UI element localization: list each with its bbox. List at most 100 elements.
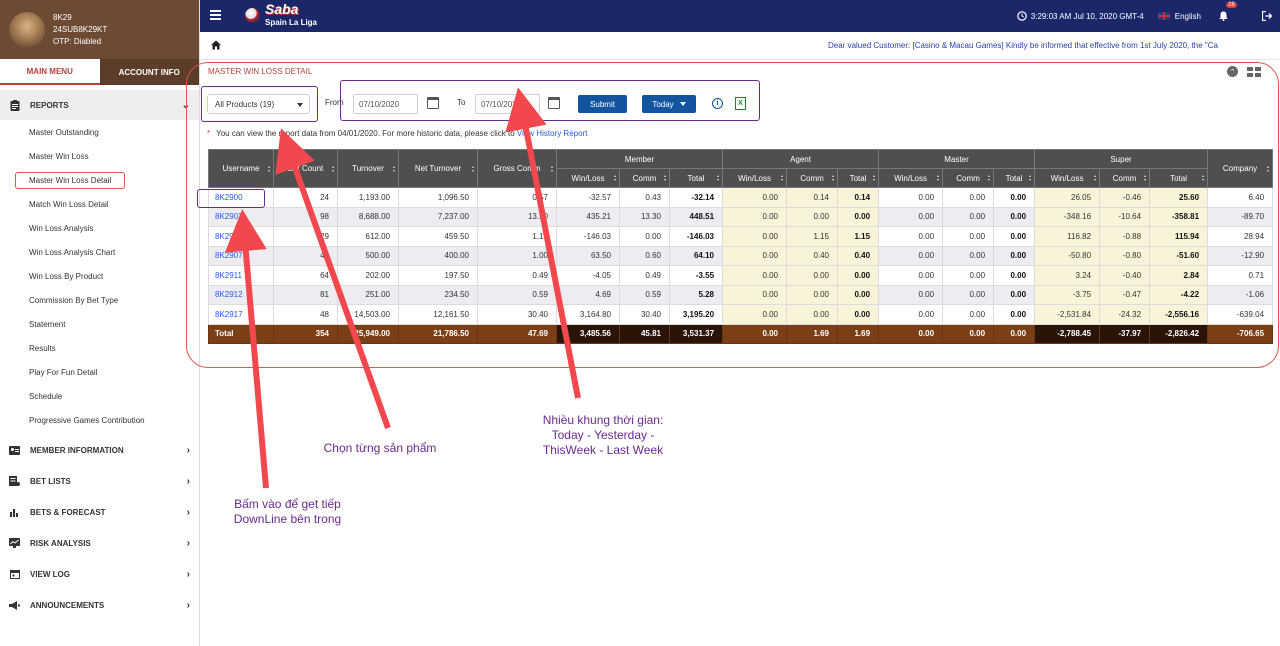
apps-grid-icon[interactable] [1242, 11, 1252, 21]
sidebar-item-master-win-loss-detail[interactable]: Master Win Loss Detail [0, 168, 199, 192]
col-subheader[interactable]: Win/Loss [878, 168, 944, 188]
col-header-bet-count[interactable]: Bet Count [273, 149, 338, 188]
col-header-gross-comm[interactable]: Gross Comm [477, 149, 557, 188]
table-cell: 0.00 [837, 265, 880, 286]
col-subheader[interactable]: Comm [942, 168, 995, 188]
table-cell: 13.30 [477, 206, 557, 227]
hamburger-menu-icon[interactable] [210, 10, 221, 20]
sidebar-section-risk-analysis[interactable]: RISK ANALYSIS › [0, 528, 199, 558]
language-selector[interactable]: English [1157, 12, 1201, 21]
table-cell: 0.40 [837, 245, 880, 266]
table-cell: 0.00 [722, 265, 788, 286]
product-select[interactable]: All Products (19) [207, 94, 310, 114]
col-subheader[interactable]: Total [668, 168, 724, 188]
sidebar-item-win-loss-by-product[interactable]: Win Loss By Product [0, 264, 199, 288]
collapse-up-icon[interactable]: ⌃ [1227, 66, 1238, 77]
tab-main-menu[interactable]: MAIN MENU [0, 59, 100, 85]
sidebar-item-match-win-loss-detail[interactable]: Match Win Loss Detail [0, 192, 199, 216]
sidebar-item-master-outstanding[interactable]: Master Outstanding [0, 120, 199, 144]
col-header-company[interactable]: Company [1207, 149, 1274, 188]
table-cell: 0.00 [722, 304, 788, 325]
sidebar-item-play-for-fun-detail[interactable]: Play For Fun Detail [0, 360, 199, 384]
col-header-turnover[interactable]: Turnover [337, 149, 399, 188]
annotation-downline-line: Bấm vào để get tiếp [234, 497, 341, 511]
username-link[interactable]: 8K2912 [208, 284, 274, 305]
username-link[interactable]: 8K2917 [208, 304, 274, 325]
table-cell: 0.00 [993, 284, 1036, 305]
col-subheader[interactable]: Total [993, 168, 1036, 188]
sidebar-item-label: Win Loss By Product [29, 271, 104, 281]
table-cell: -358.81 [1149, 206, 1209, 227]
sidebar-item-label: Play For Fun Detail [29, 367, 98, 377]
logout-icon[interactable] [1262, 11, 1272, 21]
id-card-icon [9, 445, 20, 456]
col-subheader[interactable]: Win/Loss [556, 168, 620, 188]
username-link[interactable]: 8K2911 [208, 265, 274, 286]
datetime: 3:29:03 AM Jul 10, 2020 GMT-4 [1030, 11, 1144, 21]
table-cell: -0.46 [1099, 187, 1151, 208]
total-cell: -2,788.45 [1034, 323, 1101, 344]
sidebar-item-statement[interactable]: Statement [0, 312, 199, 336]
tab-account-info[interactable]: ACCOUNT INFO [99, 59, 199, 85]
announcement-marquee[interactable]: Dear valued Customer: [Casino & Macau Ga… [828, 41, 1268, 50]
sidebar-item-schedule[interactable]: Schedule [0, 384, 199, 408]
sidebar-section-member-information[interactable]: MEMBER INFORMATION › [0, 435, 199, 465]
sidebar-tabs: MAIN MENU ACCOUNT INFO [0, 59, 199, 85]
username-link[interactable]: 8K2900 [208, 187, 274, 208]
col-subheader[interactable]: Comm [786, 168, 839, 188]
submit-button[interactable]: Submit [578, 95, 627, 113]
col-header-username[interactable]: Username [208, 149, 274, 188]
sidebar-item-commission-by-bet-type[interactable]: Commission By Bet Type [0, 288, 199, 312]
table-cell: 400.00 [398, 245, 478, 266]
col-subheader[interactable]: Total [837, 168, 880, 188]
avatar[interactable] [9, 11, 45, 48]
table-row: 8K2907 40 500.00 400.00 1.00 63.50 0.60 64.10 0.… [208, 245, 1274, 266]
table-cell: 25.60 [1149, 187, 1209, 208]
excel-export-icon[interactable]: X [735, 97, 746, 110]
to-date-input[interactable]: 07/10/2020 [475, 94, 540, 114]
view-history-link[interactable]: View History Report [517, 129, 588, 138]
sidebar-item-win-loss-analysis[interactable]: Win Loss Analysis [0, 216, 199, 240]
notifications-button[interactable]: 28 [1219, 2, 1237, 21]
col-header-net-turnover[interactable]: Net Turnover [398, 149, 478, 188]
col-subheader[interactable]: Win/Loss [1034, 168, 1101, 188]
sidebar-item-results[interactable]: Results [0, 336, 199, 360]
total-cell: 0.00 [722, 323, 788, 344]
sidebar-section-bets-forecast[interactable]: BETS & FORECAST › [0, 497, 199, 527]
sidebar-item-win-loss-analysis-chart[interactable]: Win Loss Analysis Chart [0, 240, 199, 264]
username-link[interactable]: 8K2903 [208, 206, 274, 227]
calendar-icon[interactable] [548, 97, 560, 109]
sidebar-section-bet-lists[interactable]: BET LISTS › [0, 466, 199, 496]
table-cell: 0.00 [993, 206, 1036, 227]
sidebar-item-progressive-games[interactable]: Progressive Games Contribution [0, 408, 199, 432]
sidebar-item-master-win-loss[interactable]: Master Win Loss [0, 144, 199, 168]
table-cell: 2.84 [1149, 265, 1209, 286]
sidebar-section-view-log[interactable]: VIEW LOG › [0, 559, 199, 589]
col-subheader[interactable]: Comm [619, 168, 670, 188]
total-cell: 0.00 [878, 323, 944, 344]
period-dropdown[interactable]: Today [642, 95, 696, 113]
brand-logo[interactable]: Saba Spain La Liga [245, 1, 325, 29]
col-subheader[interactable]: Win/Loss [722, 168, 788, 188]
table-row: 8K2906 29 612.00 459.50 1.15 -146.03 0.00 -146.… [208, 226, 1274, 247]
chevron-right-icon: › [186, 537, 190, 549]
info-icon[interactable]: i [712, 98, 723, 109]
sidebar-section-reports[interactable]: REPORTS ⌄ [0, 90, 199, 120]
layout-grid-icon[interactable] [1247, 67, 1261, 77]
home-icon[interactable] [211, 40, 221, 50]
col-subheader[interactable]: Comm [1099, 168, 1151, 188]
col-subheader[interactable]: Total [1149, 168, 1209, 188]
annotation-downline-line: DownLine bên trong [233, 512, 342, 526]
table-cell: 0.00 [942, 265, 995, 286]
table-row: 8K2917 48 14,503.00 12,161.50 30.40 3,164.80 3… [208, 304, 1274, 325]
chevron-right-icon: › [186, 506, 190, 518]
table-cell: 0.49 [477, 265, 557, 286]
from-date-input[interactable]: 07/10/2020 [353, 94, 418, 114]
sidebar-section-announcements[interactable]: ANNOUNCEMENTS › [0, 590, 199, 620]
calendar-icon[interactable] [427, 97, 439, 109]
top-bar: Saba Spain La Liga 3:29:03 AM Jul 10, 20… [200, 0, 1280, 32]
username-link[interactable]: 8K2907 [208, 245, 274, 266]
username-link[interactable]: 8K2906 [208, 226, 274, 247]
total-cell: 0.00 [993, 323, 1036, 344]
table-row: 8K2900 24 1,193.00 1,096.50 0.57 -32.57 0.43 -3… [208, 187, 1274, 208]
